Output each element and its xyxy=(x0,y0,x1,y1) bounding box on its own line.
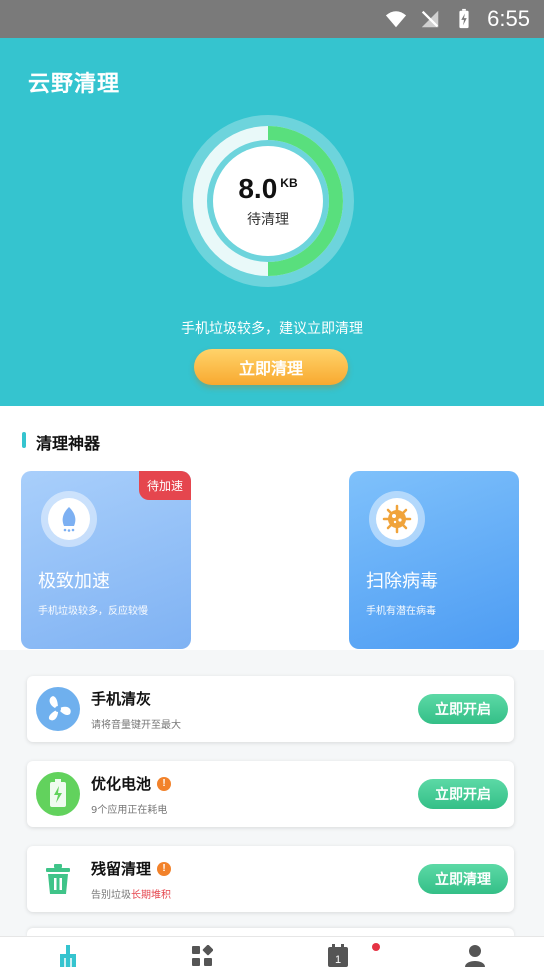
battery-charging-icon xyxy=(459,8,469,29)
pending-badge: 待加速 xyxy=(138,471,191,500)
junk-size-ring: 8.0 KB 待清理 xyxy=(177,110,359,292)
hero-panel: 云野清理 8.0 KB 待清理 手机垃圾较多，建议立即清理 立即清理 xyxy=(0,38,544,406)
tool-desc: 手机有潜在病毒 xyxy=(366,606,436,617)
section-title: 清理神器 xyxy=(22,430,100,454)
speed-boost-card[interactable]: 待加速 极致加速 手机垃圾较多，反应较慢 xyxy=(21,471,191,649)
junk-size-value: 8.0 xyxy=(238,173,278,204)
junk-size-unit: KB xyxy=(280,176,298,190)
junk-size-caption: 待清理 xyxy=(247,212,289,228)
list-title: 优化电池 ! xyxy=(91,773,172,794)
list-desc-text: 告别垃圾 xyxy=(91,890,131,901)
apps-grid-icon xyxy=(192,945,213,966)
clean-now-button[interactable]: 立即清理 xyxy=(194,349,348,385)
tool-desc: 手机垃圾较多，反应较慢 xyxy=(38,606,148,617)
list-desc: 9个应用正在耗电 xyxy=(91,805,168,816)
broom-icon xyxy=(60,945,76,967)
wifi-icon xyxy=(386,11,407,28)
warning-dot-icon: ! xyxy=(157,861,172,876)
list-title: 残留清理 ! xyxy=(91,858,172,879)
list-item-dust-clean[interactable]: 手机清灰 请将音量键开至最大 立即开启 xyxy=(27,676,514,742)
tools-section: 清理神器 待加速 极致加速 手机垃圾较多，反应较慢 扫除病毒 手机有潜在病毒 xyxy=(0,406,544,650)
battery-icon xyxy=(36,772,80,816)
ring-center: 8.0 KB 待清理 xyxy=(213,146,323,256)
no-signal-icon xyxy=(421,10,439,28)
residue-clean-button[interactable]: 立即清理 xyxy=(418,864,508,894)
calendar-day: 1 xyxy=(335,954,341,966)
rocket-icon xyxy=(62,507,76,532)
profile-icon xyxy=(465,945,485,967)
list-desc: 告别垃圾长期堆积 xyxy=(91,886,171,901)
app-title: 云野清理 xyxy=(28,72,121,97)
tool-icon-wrap xyxy=(41,491,97,547)
list-title-text: 优化电池 xyxy=(91,775,152,793)
warning-dot-icon: ! xyxy=(157,776,172,791)
virus-scan-card[interactable]: 扫除病毒 手机有潜在病毒 xyxy=(349,471,519,649)
virus-icon xyxy=(382,504,412,534)
tool-icon-wrap xyxy=(369,491,425,547)
list-icon-wrap xyxy=(35,771,81,817)
list-item-residue[interactable]: 残留清理 ! 告别垃圾长期堆积 立即清理 xyxy=(27,846,514,912)
tab-apps[interactable] xyxy=(189,943,215,969)
list-title-text: 残留清理 xyxy=(91,860,152,878)
list-icon-wrap xyxy=(35,856,81,902)
tab-calendar[interactable]: 1 xyxy=(325,943,351,969)
tool-name: 极致加速 xyxy=(38,571,110,592)
fan-icon xyxy=(36,687,80,731)
bottom-tab-bar: 1 xyxy=(0,936,544,974)
list-item-battery[interactable]: 优化电池 ! 9个应用正在耗电 立即开启 xyxy=(27,761,514,827)
battery-optimize-button[interactable]: 立即开启 xyxy=(418,779,508,809)
list-title: 手机清灰 xyxy=(91,688,151,709)
dust-clean-button[interactable]: 立即开启 xyxy=(418,694,508,724)
tool-icon-inner xyxy=(376,498,418,540)
list-desc-highlight: 长期堆积 xyxy=(131,890,171,901)
notification-dot xyxy=(372,943,380,951)
status-bar: 6:55 xyxy=(0,0,544,38)
tab-clean[interactable] xyxy=(55,943,81,969)
clock: 6:55 xyxy=(487,6,530,31)
tab-profile[interactable] xyxy=(462,943,488,969)
list-desc: 请将音量键开至最大 xyxy=(91,720,181,731)
trash-icon xyxy=(46,864,70,894)
calendar-icon: 1 xyxy=(328,944,348,967)
hero-tip: 手机垃圾较多，建议立即清理 xyxy=(181,321,363,337)
tool-icon-inner xyxy=(48,498,90,540)
list-title-text: 手机清灰 xyxy=(91,690,152,708)
list-icon-wrap xyxy=(35,686,81,732)
tool-name: 扫除病毒 xyxy=(366,571,438,592)
